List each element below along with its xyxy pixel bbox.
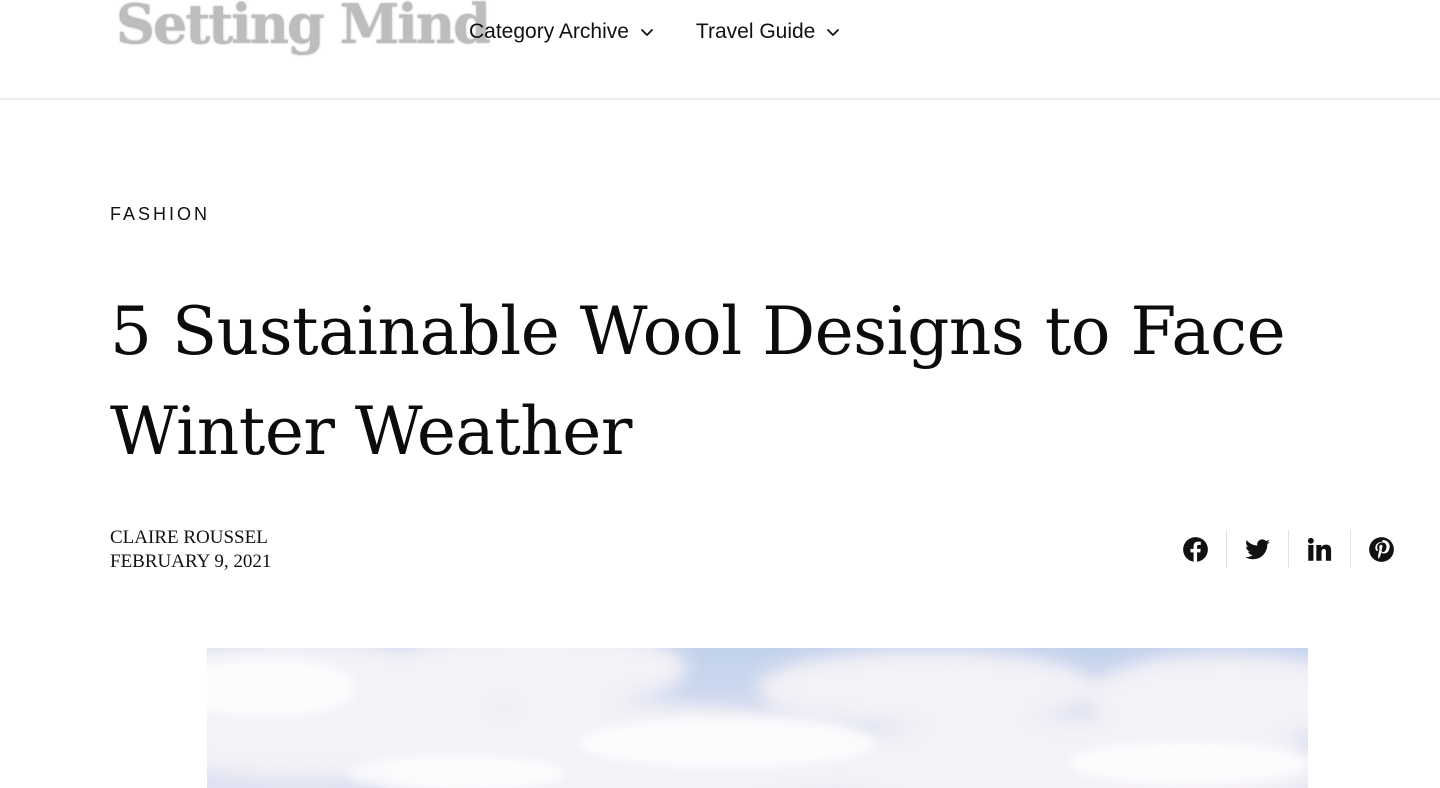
pinterest-icon: [1369, 536, 1394, 562]
post-category-link[interactable]: FASHION: [110, 204, 210, 225]
nav-item-category-archive[interactable]: Category Archive: [469, 20, 655, 44]
share-bar: [1164, 530, 1412, 568]
sky-clouds-image: [207, 648, 1308, 788]
site-header: Setting Mind Category Archive Travel Gui…: [0, 0, 1440, 100]
hero-image: [207, 648, 1308, 788]
share-twitter-button[interactable]: [1226, 530, 1288, 568]
post-meta: CLAIRE ROUSSEL FEBRUARY 9, 2021: [110, 526, 271, 574]
site-logo[interactable]: Setting Mind: [116, 0, 491, 56]
post-title: 5 Sustainable Wool Designs to Face Winte…: [110, 293, 1286, 470]
facebook-icon: [1182, 536, 1208, 562]
share-pinterest-button[interactable]: [1350, 530, 1412, 568]
linkedin-icon: [1307, 537, 1332, 561]
share-facebook-button[interactable]: [1164, 530, 1226, 568]
main-nav: Category Archive Travel Guide: [469, 20, 841, 44]
nav-item-label: Travel Guide: [695, 20, 816, 43]
chevron-down-icon: [641, 29, 653, 36]
chevron-down-icon: [827, 29, 840, 36]
nav-item-travel-guide[interactable]: Travel Guide: [696, 20, 841, 44]
nav-item-label: Category Archive: [469, 20, 629, 43]
share-linkedin-button[interactable]: [1288, 530, 1350, 568]
post-date: FEBRUARY 9, 2021: [110, 551, 272, 572]
twitter-icon: [1245, 538, 1270, 559]
post-author-link[interactable]: CLAIRE ROUSSEL: [110, 526, 271, 550]
